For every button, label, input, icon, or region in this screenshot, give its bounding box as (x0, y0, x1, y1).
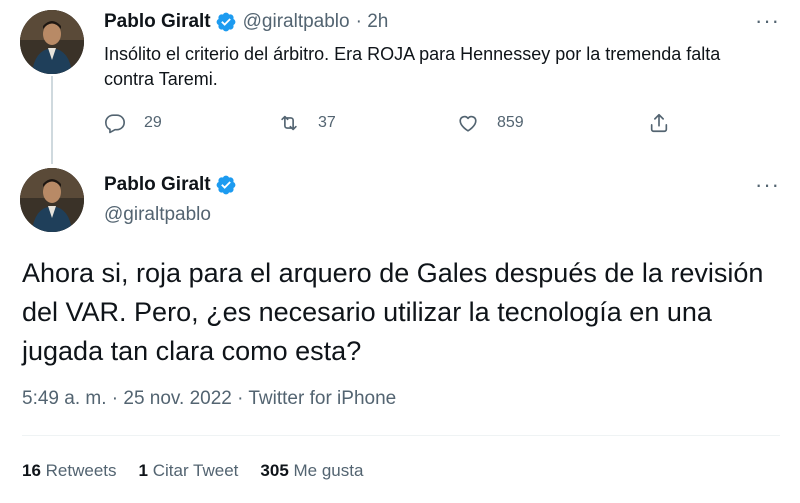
divider (22, 435, 780, 436)
like-count: 859 (497, 114, 524, 131)
main-author-name[interactable]: Pablo Giralt (104, 174, 211, 196)
share-button[interactable] (648, 112, 688, 134)
retweets-stat[interactable]: 16 Retweets (22, 461, 117, 481)
main-author-row: Pablo Giralt (104, 174, 237, 196)
like-button[interactable]: 859 (457, 112, 524, 134)
tweet-meta[interactable]: 5:49 a. m. · 25 nov. 2022 · Twitter for … (22, 388, 396, 410)
likes-stat-count: 305 (260, 461, 289, 480)
main-avatar[interactable] (20, 168, 84, 232)
main-more-button[interactable]: ··· (755, 172, 780, 198)
verified-badge-icon (216, 12, 236, 32)
quotes-stat[interactable]: 1 Citar Tweet (139, 461, 239, 481)
likes-stat-label: Me gusta (293, 461, 364, 480)
engagement-stats: 16 Retweets 1 Citar Tweet 305 Me gusta (22, 461, 385, 481)
avatar-image (20, 168, 84, 232)
parent-author-handle[interactable]: @giraltpablo (243, 11, 350, 33)
retweet-button[interactable]: 37 (278, 112, 336, 134)
share-icon (650, 113, 668, 133)
verified-badge-icon (216, 175, 236, 195)
main-author-handle[interactable]: @giraltpablo (104, 204, 211, 226)
reply-count: 29 (144, 114, 162, 131)
quotes-stat-label: Citar Tweet (152, 461, 239, 480)
parent-action-bar: 29 37 859 (104, 112, 684, 138)
parent-timestamp[interactable]: · 2h (356, 11, 389, 33)
heart-icon (459, 115, 477, 132)
quotes-stat-count: 1 (138, 461, 148, 480)
parent-avatar[interactable] (20, 10, 84, 74)
likes-stat[interactable]: 305 Me gusta (260, 461, 363, 481)
main-tweet-text: Ahora si, roja para el arquero de Gales … (22, 258, 764, 366)
retweets-stat-label: Retweets (45, 461, 117, 480)
parent-author-name[interactable]: Pablo Giralt (104, 11, 211, 33)
thread-connector-line (51, 76, 53, 164)
retweet-icon (281, 115, 297, 131)
parent-tweet-text: Insólito el criterio del árbitro. Era RO… (104, 44, 721, 89)
avatar-image (20, 10, 84, 74)
reply-button[interactable]: 29 (104, 112, 162, 134)
retweet-count: 37 (318, 114, 336, 131)
reply-icon (105, 114, 125, 134)
parent-more-button[interactable]: ··· (755, 8, 780, 34)
retweets-stat-count: 16 (22, 461, 41, 480)
parent-author-row: Pablo Giralt @giraltpablo · 2h (104, 11, 388, 33)
